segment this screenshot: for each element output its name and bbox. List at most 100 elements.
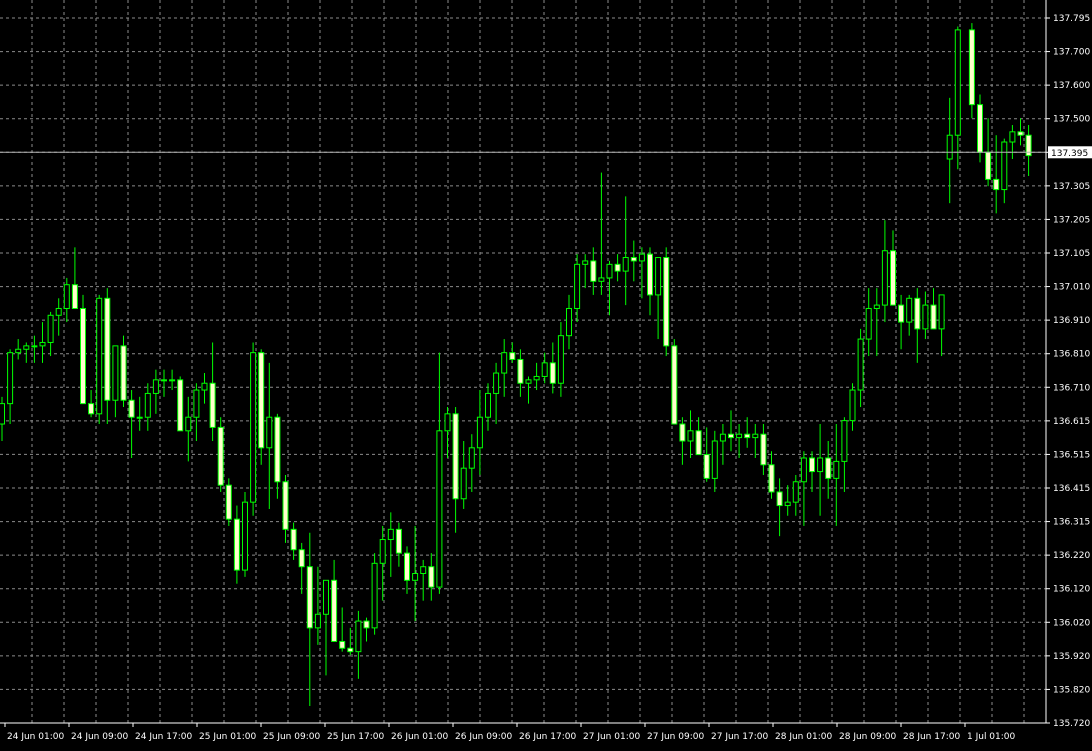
candle	[857, 328, 864, 408]
candle	[566, 294, 572, 350]
x-tick-label: 26 Jun 09:00	[455, 732, 512, 742]
bear-candle-body	[306, 566, 313, 629]
bull-candle-body	[31, 345, 38, 348]
candle	[274, 413, 281, 499]
bull-candle-body	[169, 379, 176, 382]
bull-candle-body	[136, 416, 143, 419]
bull-candle-body	[436, 430, 443, 588]
bear-candle-body	[128, 399, 135, 418]
bear-candle-body	[177, 379, 184, 432]
bull-candle-body	[1001, 141, 1008, 191]
bull-candle-body	[355, 620, 362, 653]
bear-candle-body	[890, 250, 896, 306]
bull-candle-body	[379, 539, 386, 564]
y-tick-label: 137.205	[1053, 215, 1090, 225]
candle	[768, 451, 775, 499]
candle	[736, 424, 743, 458]
bear-candle-body	[395, 528, 402, 554]
bull-candle-body	[541, 362, 548, 377]
candle	[792, 474, 799, 516]
candle	[922, 291, 929, 340]
candle	[622, 196, 629, 306]
bull-candle-body	[881, 250, 888, 306]
candle	[355, 610, 362, 679]
bull-candle-body	[833, 460, 840, 479]
candle	[1017, 118, 1024, 146]
bull-candle-body	[485, 392, 491, 418]
x-tick-label: 27 Jun 17:00	[711, 732, 768, 742]
candle	[784, 485, 791, 516]
candle	[404, 546, 410, 594]
candle	[485, 383, 491, 431]
bull-candle-body	[323, 579, 329, 615]
candle	[0, 396, 5, 441]
x-tick-label: 24 Jun 17:00	[135, 732, 192, 742]
bull-candle-body	[655, 257, 662, 296]
candle	[533, 362, 540, 391]
candle	[1009, 125, 1016, 159]
candle	[420, 559, 427, 601]
candle	[193, 383, 200, 441]
bear-candle-body	[509, 352, 516, 360]
bear-candle-body	[363, 620, 370, 629]
bull-candle-body	[736, 433, 743, 439]
y-tick-label: 136.710	[1053, 383, 1090, 393]
candle	[152, 369, 159, 414]
bear-candle-body	[452, 413, 459, 500]
candle	[906, 294, 913, 336]
candle	[290, 522, 297, 560]
candle	[468, 434, 475, 492]
y-tick-label: 136.615	[1053, 417, 1090, 427]
candle	[890, 230, 896, 306]
bull-candle-body	[39, 341, 46, 347]
y-tick-label: 136.315	[1053, 518, 1090, 528]
bull-candle-body	[865, 307, 872, 340]
bear-candle-body	[71, 284, 78, 309]
bear-candle-body	[614, 263, 621, 272]
candle	[7, 349, 14, 425]
candle	[679, 417, 686, 465]
bear-candle-body	[703, 454, 710, 479]
candle	[371, 553, 378, 635]
bull-candle-body	[420, 566, 427, 575]
candle	[914, 288, 921, 363]
bull-candle-body	[906, 297, 913, 323]
bear-candle-body	[985, 151, 992, 180]
bull-candle-body	[201, 382, 208, 391]
y-tick-label: 137.010	[1053, 283, 1090, 293]
candle	[250, 342, 257, 516]
bull-candle-body	[566, 307, 572, 337]
x-tick-label: 25 Jun 17:00	[327, 732, 384, 742]
candle	[930, 288, 937, 330]
bull-candle-body	[242, 501, 248, 571]
candle	[55, 298, 62, 336]
y-tick-label: 136.020	[1053, 618, 1090, 628]
candle	[47, 311, 54, 357]
price-chart[interactable]: 137.395 137.795137.700137.600137.500137.…	[0, 0, 1092, 751]
candle	[954, 26, 961, 170]
bull-candle-body	[841, 420, 848, 462]
candle	[873, 288, 880, 357]
bull-candle-body	[47, 314, 54, 343]
candle	[217, 417, 224, 492]
candle	[71, 247, 78, 309]
y-tick-label: 135.820	[1053, 685, 1090, 695]
bear-candle-body	[120, 345, 127, 401]
bull-candle-body	[161, 379, 167, 382]
bull-candle-body	[598, 277, 605, 282]
bull-candle-body	[784, 501, 791, 507]
candle	[655, 257, 662, 340]
x-tick-label: 26 Jun 01:00	[391, 732, 448, 742]
candle	[517, 349, 524, 397]
bear-candle-body	[825, 457, 832, 479]
candle	[23, 342, 30, 363]
current-price-label: 137.395	[1051, 149, 1088, 159]
bear-candle-body	[258, 352, 265, 449]
bull-candle-body	[314, 613, 321, 629]
bull-candle-body	[873, 304, 880, 309]
bull-candle-body	[96, 297, 103, 415]
bear-candle-body	[347, 647, 354, 653]
bear-candle-body	[428, 566, 435, 588]
candle	[298, 542, 305, 594]
candle	[412, 525, 419, 622]
